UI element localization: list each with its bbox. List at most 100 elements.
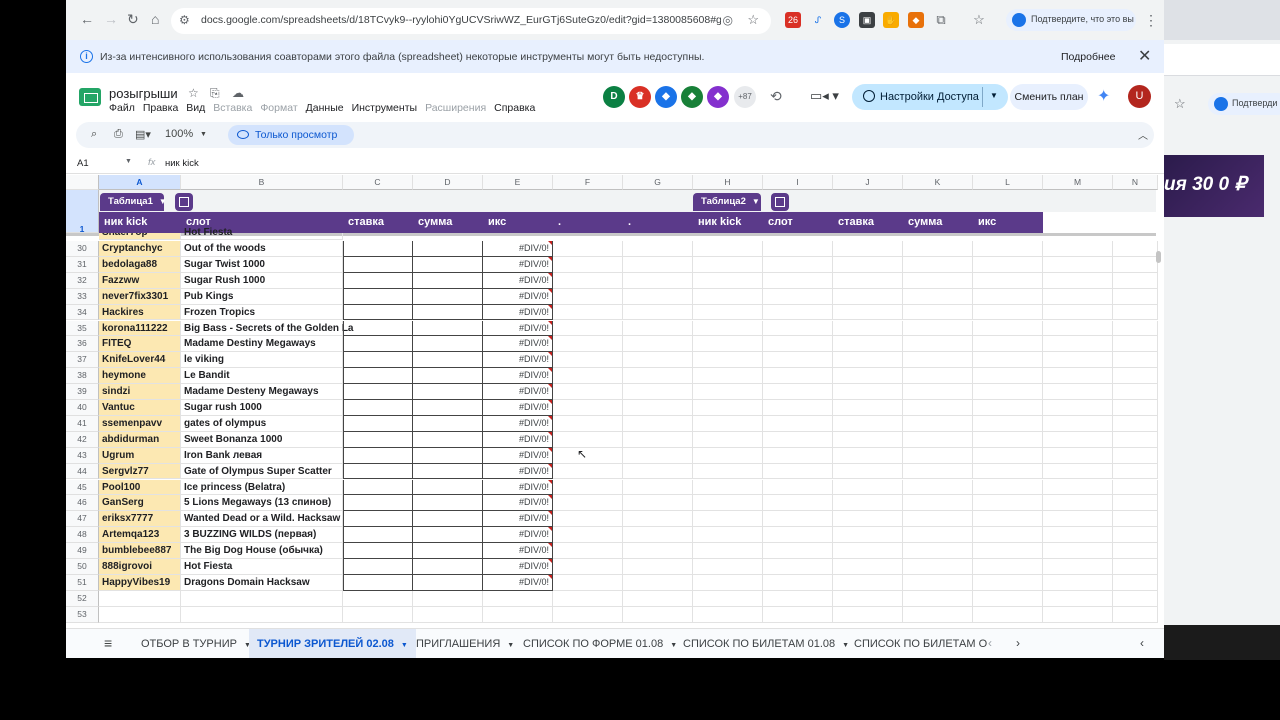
menu-item[interactable]: Файл [109,102,135,114]
extension-calendar-icon[interactable]: 26 [785,12,801,28]
table-header-cell[interactable]: ник kick [693,212,763,233]
formula-input[interactable]: ник kick [165,158,199,169]
empty-cell[interactable] [833,574,903,591]
empty-cell[interactable] [623,320,693,337]
extensions-puzzle-icon[interactable]: ⧉ [933,12,949,28]
slot-cell[interactable]: le viking [181,352,343,369]
more-collaborators-badge[interactable]: +87 [734,86,756,108]
sum-cell[interactable] [413,288,483,305]
multiplier-cell[interactable]: #DIV/0! [483,320,553,337]
empty-cell[interactable] [1113,479,1158,496]
sheet-tab[interactable]: ОТБОР В ТУРНИР ▼ [141,629,251,658]
empty-cell[interactable] [553,543,623,559]
row-header[interactable]: 44 [66,463,99,480]
empty-cell[interactable] [181,606,343,623]
row-header[interactable]: 35 [66,320,99,337]
forward-icon[interactable]: → [104,11,118,27]
empty-cell[interactable] [903,527,973,544]
sum-cell[interactable] [413,241,483,257]
multiplier-cell[interactable]: #DIV/0! [483,447,553,464]
menu-item[interactable]: Инструменты [352,102,417,114]
sum-cell[interactable] [413,479,483,496]
empty-cell[interactable] [973,463,1043,480]
empty-cell[interactable] [833,590,903,607]
column-header[interactable]: M [1043,175,1113,190]
chevron-down-icon[interactable]: ▼ [401,642,408,649]
multiplier-cell[interactable]: #DIV/0! [483,479,553,496]
empty-cell[interactable] [833,272,903,289]
multiplier-cell[interactable]: #DIV/0! [483,559,553,575]
empty-cell[interactable] [99,606,181,623]
empty-cell[interactable] [693,384,763,400]
empty-cell[interactable] [693,336,763,353]
table-icon[interactable] [175,193,193,211]
bet-cell[interactable] [343,527,413,544]
sum-cell[interactable] [413,447,483,464]
star-icon[interactable]: ☆ [1174,96,1186,112]
empty-cell[interactable] [1043,511,1113,528]
empty-cell[interactable] [833,368,903,385]
nick-cell[interactable]: bumblebee887 [99,543,181,559]
row-header[interactable]: 41 [66,415,99,432]
menu-item[interactable]: Справка [494,102,535,114]
empty-cell[interactable] [693,241,763,257]
sheet-tab[interactable]: ПРИГЛАШЕНИЯ ▼ [416,629,514,658]
extension-tool-icon[interactable]: ▣ [859,12,875,28]
row-header[interactable]: 34 [66,304,99,321]
empty-cell[interactable] [1113,527,1158,544]
empty-cell[interactable] [1043,431,1113,448]
empty-cell[interactable] [763,606,833,623]
slot-cell[interactable]: Sweet Bonanza 1000 [181,431,343,448]
empty-cell[interactable] [1113,447,1158,464]
empty-cell[interactable] [553,272,623,289]
extension-loop-icon[interactable]: ᔑ [810,12,826,28]
empty-cell[interactable] [833,352,903,369]
empty-cell[interactable] [973,241,1043,257]
nick-cell[interactable]: ssemenpavv [99,415,181,432]
row-header[interactable]: 51 [66,574,99,591]
empty-cell[interactable] [763,463,833,480]
empty-cell[interactable] [833,256,903,273]
bet-cell[interactable] [343,559,413,575]
empty-cell[interactable] [763,400,833,416]
empty-cell[interactable] [973,320,1043,337]
empty-cell[interactable] [623,495,693,512]
empty-cell[interactable] [763,447,833,464]
empty-cell[interactable] [413,606,483,623]
empty-cell[interactable] [973,336,1043,353]
empty-cell[interactable] [1113,320,1158,337]
close-icon[interactable]: ✕ [1138,46,1151,66]
empty-cell[interactable] [623,511,693,528]
nick-cell[interactable]: korona111222 [99,320,181,337]
empty-cell[interactable] [553,574,623,591]
bet-cell[interactable] [343,304,413,321]
empty-cell[interactable] [483,606,553,623]
row-header[interactable]: 42 [66,431,99,448]
column-header[interactable]: N [1113,175,1158,190]
empty-cell[interactable] [1113,336,1158,353]
empty-cell[interactable] [413,590,483,607]
empty-cell[interactable] [1043,336,1113,353]
empty-cell[interactable] [833,527,903,544]
bookmark-star-icon[interactable]: ☆ [747,12,759,28]
spreadsheet-grid[interactable]: A B C D E F G H I J K L M N 1 Таблица1 ▼ Таблица2 ▼ ник kic… [66,175,1164,625]
empty-cell[interactable] [903,272,973,289]
column-header[interactable]: B [181,175,343,190]
nick-cell[interactable]: never7fix3301 [99,288,181,305]
column-header[interactable]: J [833,175,903,190]
empty-cell[interactable] [1113,368,1158,385]
multiplier-cell[interactable]: #DIV/0! [483,336,553,353]
chevron-down-icon[interactable]: ▼ [200,131,207,138]
empty-cell[interactable] [903,415,973,432]
empty-cell[interactable] [623,272,693,289]
empty-cell[interactable] [973,384,1043,400]
empty-cell[interactable] [973,352,1043,369]
multiplier-cell[interactable]: #DIV/0! [483,527,553,544]
reload-icon[interactable]: ↻ [127,11,139,28]
nick-cell[interactable]: heymone [99,368,181,385]
empty-cell[interactable] [1043,288,1113,305]
empty-cell[interactable] [1113,384,1158,400]
empty-cell[interactable] [553,415,623,432]
table-header-cell[interactable]: . [553,212,623,233]
empty-cell[interactable] [833,320,903,337]
